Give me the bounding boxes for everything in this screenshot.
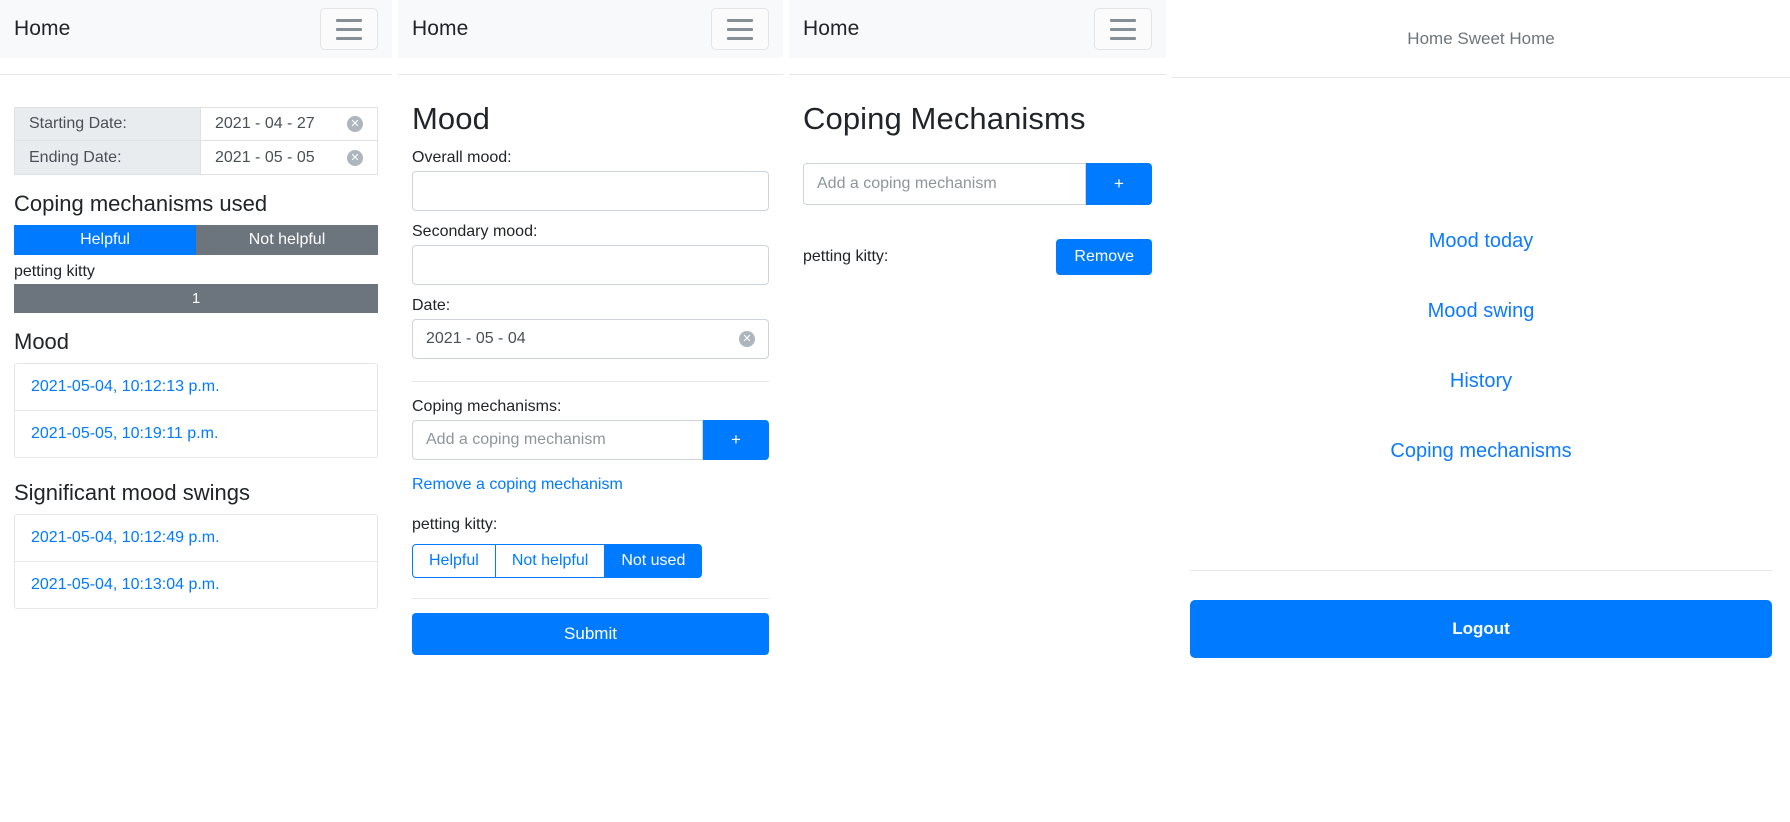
side-nav-divider [1190,570,1772,571]
mechanism-label: petting kitty: [803,248,889,265]
coping-mechanisms-label: Coping mechanisms: [412,398,562,415]
overall-mood-label: Overall mood: [412,149,512,166]
coping-add-group: Add a coping mechanism + [412,420,769,460]
date-label: Date: [412,297,451,314]
panel-mood-form: Home Mood Overall mood: Secondary mood: … [398,0,783,822]
coping-used-title: Coping mechanisms used [14,191,268,216]
coping-add-group: Add a coping mechanism + [803,163,1152,205]
hamburger-menu-icon[interactable] [320,8,378,50]
date-input[interactable]: 2021 - 05 - 04 ✕ [412,319,769,359]
navbar-divider [789,74,1166,75]
navbar-brand: Home [412,17,469,40]
table-row: Starting Date: 2021 - 04 - 27 ✕ [14,107,378,141]
ending-date-value: 2021 - 05 - 05 [215,148,315,166]
sidebar-item-coping-mechanisms[interactable]: Coping mechanisms [1390,440,1571,463]
usage-option-not-helpful[interactable]: Not helpful [495,544,606,578]
page-title: Coping Mechanisms [803,101,1086,136]
starting-date-value: 2021 - 04 - 27 [215,115,315,132]
mood-swings-list: 2021-05-04, 10:12:49 p.m. 2021-05-04, 10… [14,514,378,609]
list-item[interactable]: 2021-05-04, 10:12:13 p.m. [15,364,377,411]
hamburger-bar [727,18,753,22]
mechanism-name: petting kitty [14,263,95,280]
add-coping-mechanism-button[interactable]: + [703,420,769,460]
list-item[interactable]: 2021-05-04, 10:13:04 p.m. [15,562,377,608]
hamburger-menu-icon[interactable] [1094,8,1152,50]
clear-circle-icon[interactable]: ✕ [347,116,363,132]
side-nav-links: Mood today Mood swing History Coping mec… [1172,78,1790,463]
ending-date-label: Ending Date: [14,141,201,175]
overall-mood-input[interactable] [412,171,769,211]
table-row: Ending Date: 2021 - 05 - 05 ✕ [14,141,378,175]
coping-mechanism-input[interactable]: Add a coping mechanism [412,420,703,460]
remove-coping-mechanism-link[interactable]: Remove a coping mechanism [412,476,769,494]
panel-side-nav: Home Sweet Home Mood today Mood swing Hi… [1172,0,1790,822]
submit-divider [412,598,769,599]
mechanism-usage-group: Helpful Not helpful Not used [412,544,703,578]
mood-swings-title: Significant mood swings [14,480,251,505]
hamburger-bar [1110,18,1136,22]
navbar-brand: Home [14,17,71,40]
remove-button[interactable]: Remove [1056,239,1152,275]
coping-content: Coping Mechanisms Add a coping mechanism… [789,101,1166,275]
hamburger-bar [1110,36,1136,40]
sidebar-item-mood-swing[interactable]: Mood swing [1428,300,1535,323]
navbar-divider [398,74,783,75]
legend-not-helpful: Not helpful [196,225,378,255]
hamburger-bar [727,36,753,40]
navbar-brand: Home [803,17,860,40]
screenshot-root: Home Starting Date: 2021 - 04 - 27 ✕ End… [0,0,1790,822]
mood-list: 2021-05-04, 10:12:13 p.m. 2021-05-05, 10… [14,363,378,458]
side-nav-header: Home Sweet Home [1172,0,1790,78]
submit-button[interactable]: Submit [412,613,769,655]
history-content: Starting Date: 2021 - 04 - 27 ✕ Ending D… [0,107,392,609]
hamburger-bar [336,18,362,22]
secondary-mood-input[interactable] [412,245,769,285]
add-coping-mechanism-button[interactable]: + [1086,163,1152,205]
clear-circle-icon[interactable]: ✕ [347,149,363,166]
usage-option-not-used[interactable]: Not used [605,544,703,578]
form-divider [412,381,769,382]
date-value: 2021 - 05 - 04 [426,330,526,347]
hamburger-menu-icon[interactable] [711,8,769,50]
page-title: Mood [412,101,490,136]
secondary-mood-label: Secondary mood: [412,223,538,240]
logout-button[interactable]: Logout [1190,600,1772,658]
list-item[interactable]: 2021-05-05, 10:19:11 p.m. [15,411,377,457]
ending-date-field[interactable]: 2021 - 05 - 05 ✕ [201,141,378,175]
panel-coping-mechanisms: Home Coping Mechanisms Add a coping mech… [789,0,1166,822]
list-item: petting kitty: Remove [803,239,1152,275]
mood-form-content: Mood Overall mood: Secondary mood: Date:… [398,101,783,655]
hamburger-bar [1110,27,1136,31]
sidebar-item-history[interactable]: History [1450,370,1512,393]
starting-date-field[interactable]: 2021 - 04 - 27 ✕ [201,107,378,141]
coping-navbar: Home [789,0,1166,58]
mood-navbar: Home [398,0,783,58]
mechanism-count-bar: 1 [14,284,378,313]
list-item[interactable]: 2021-05-04, 10:12:49 p.m. [15,515,377,562]
coping-mechanism-input[interactable]: Add a coping mechanism [803,163,1086,205]
mechanism-usage-label: petting kitty: [412,516,498,533]
usage-option-helpful[interactable]: Helpful [412,544,496,578]
panel-history: Home Starting Date: 2021 - 04 - 27 ✕ End… [0,0,392,822]
hamburger-bar [336,27,362,31]
date-range-table: Starting Date: 2021 - 04 - 27 ✕ Ending D… [14,107,378,175]
mood-list-title: Mood [14,329,70,354]
hamburger-bar [336,36,362,40]
coping-legend-bar: Helpful Not helpful [14,225,378,255]
history-navbar: Home [0,0,392,58]
hamburger-bar [727,27,753,31]
navbar-divider [0,74,392,75]
starting-date-label: Starting Date: [14,107,201,141]
clear-circle-icon[interactable]: ✕ [739,331,755,347]
sidebar-item-mood-today[interactable]: Mood today [1429,230,1534,253]
legend-helpful: Helpful [14,225,196,255]
side-nav-brand: Home Sweet Home [1407,28,1555,48]
